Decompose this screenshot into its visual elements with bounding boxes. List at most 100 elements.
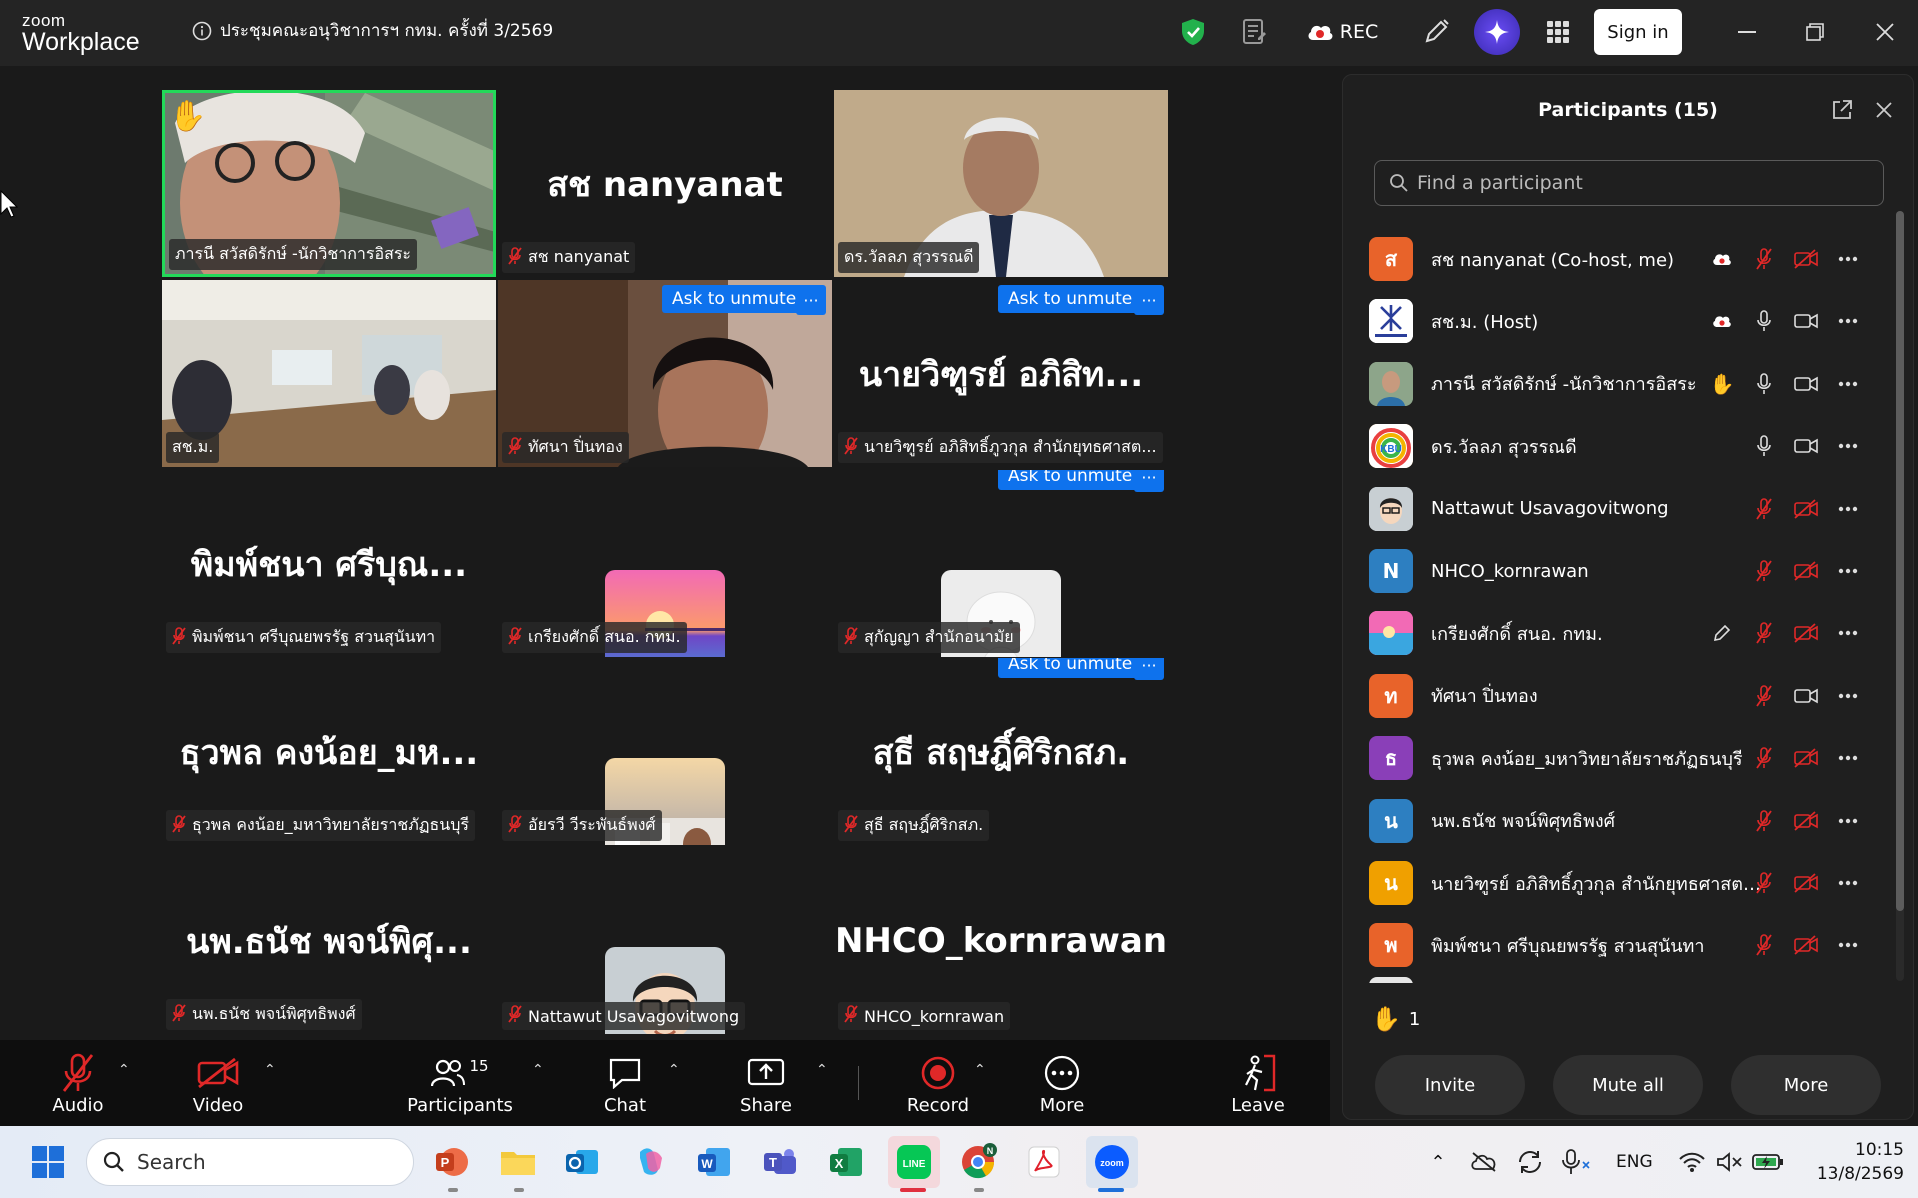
- participant-row[interactable]: เกรียงศักดิ์ สนอ. กทม.: [1369, 602, 1869, 664]
- word-icon[interactable]: W: [690, 1138, 738, 1186]
- invite-button[interactable]: Invite: [1375, 1055, 1525, 1115]
- ask-to-unmute-button[interactable]: Ask to unmute: [998, 470, 1143, 490]
- mic-muted-icon[interactable]: [1743, 478, 1785, 540]
- video-off-icon[interactable]: [1785, 727, 1827, 789]
- participant-more-icon[interactable]: [1827, 290, 1869, 352]
- participant-more-icon[interactable]: [1827, 540, 1869, 602]
- ask-to-unmute-button[interactable]: Ask to unmute: [998, 658, 1143, 678]
- video-button[interactable]: Video: [182, 1040, 254, 1126]
- leave-button[interactable]: Leave: [1226, 1040, 1290, 1126]
- participant-more-icon[interactable]: [1827, 914, 1869, 976]
- share-button[interactable]: Share: [730, 1040, 802, 1126]
- encryption-shield-icon[interactable]: [1176, 12, 1210, 52]
- mic-muted-icon[interactable]: [1743, 602, 1785, 664]
- annotate-pen-icon[interactable]: [1418, 12, 1454, 52]
- input-language[interactable]: ENG: [1616, 1152, 1653, 1172]
- video-off-icon[interactable]: [1785, 540, 1827, 602]
- video-on-icon[interactable]: [1785, 415, 1827, 477]
- video-off-icon[interactable]: [1785, 478, 1827, 540]
- participant-row[interactable]: N NHCO_kornrawan: [1369, 540, 1869, 602]
- audio-button[interactable]: Audio: [42, 1040, 114, 1126]
- mic-muted-icon[interactable]: [1743, 540, 1785, 602]
- share-caret-icon[interactable]: ⌃: [816, 1062, 828, 1078]
- video-tile-aiyarawee[interactable]: อัยรวี วีระพันธ์พงศ์: [498, 658, 832, 845]
- notes-icon[interactable]: [1236, 12, 1272, 52]
- participant-row[interactable]: Nattawut Usavagovitwong: [1369, 478, 1869, 540]
- tile-more-button[interactable]: ···: [1134, 285, 1164, 315]
- chrome-icon[interactable]: N: [954, 1138, 1002, 1186]
- participant-row[interactable]: ธ ธุวพล คงน้อย_มหาวิทยาลัยราชภัฏธนบุรี: [1369, 727, 1869, 789]
- mic-on-icon[interactable]: [1743, 290, 1785, 352]
- mic-muted-icon[interactable]: [1743, 665, 1785, 727]
- video-off-icon[interactable]: [1785, 852, 1827, 914]
- participant-more-icon[interactable]: [1827, 478, 1869, 540]
- sync-icon[interactable]: [1506, 1138, 1554, 1186]
- video-tile-nanyanat[interactable]: สช nanyanat สช nanyanat: [498, 90, 832, 277]
- video-tile-kriangsak[interactable]: เกรียงศักดิ์ สนอ. กทม.: [498, 470, 832, 657]
- video-tile-thanat[interactable]: นพ.ธนัช พจน์พิศุ... นพ.ธนัช พจน์พิศุทธิพ…: [162, 847, 496, 1034]
- video-on-icon[interactable]: [1785, 665, 1827, 727]
- participant-more-icon[interactable]: [1827, 852, 1869, 914]
- participant-row[interactable]: สสช nanyanat (Co-host, me): [1369, 228, 1869, 290]
- record-button[interactable]: Record: [900, 1040, 976, 1126]
- find-participant-input[interactable]: Find a participant: [1374, 160, 1884, 206]
- restore-icon[interactable]: [1798, 12, 1832, 52]
- file-explorer-icon[interactable]: [494, 1138, 542, 1186]
- sign-in-button[interactable]: Sign in: [1594, 9, 1682, 55]
- video-on-icon[interactable]: [1785, 290, 1827, 352]
- participants-button[interactable]: 15 Participants: [407, 1040, 513, 1126]
- participant-row[interactable]: น นายวิฑูรย์ อภิสิทธิ์ภูวกุล สำนักยุทธศาส…: [1369, 852, 1869, 914]
- participant-more-icon[interactable]: [1827, 353, 1869, 415]
- video-off-icon[interactable]: [1785, 228, 1827, 290]
- participants-scrollbar[interactable]: [1896, 211, 1904, 981]
- raised-hands-summary[interactable]: ✋ 1: [1371, 1005, 1420, 1033]
- video-off-icon[interactable]: [1785, 602, 1827, 664]
- video-off-icon[interactable]: [1785, 790, 1827, 852]
- video-tile-nattawut[interactable]: Nattawut Usavagovitwong: [498, 847, 832, 1034]
- mic-on-icon[interactable]: [1743, 353, 1785, 415]
- onedrive-offline-icon[interactable]: [1460, 1138, 1508, 1186]
- video-on-icon[interactable]: [1785, 353, 1827, 415]
- mic-muted-icon[interactable]: [1743, 790, 1785, 852]
- audio-options-caret-icon[interactable]: ⌃: [118, 1062, 130, 1078]
- chat-caret-icon[interactable]: ⌃: [668, 1062, 680, 1078]
- participant-row[interactable]: สช.ม. (Host): [1369, 290, 1869, 352]
- panel-more-button[interactable]: More: [1731, 1055, 1881, 1115]
- mic-in-use-icon[interactable]: [1552, 1138, 1600, 1186]
- participant-row[interactable]: พ พิมพ์ชนา ศรีบุณยพรรัฐ สวนสุนันทา: [1369, 914, 1869, 976]
- video-tile-thuwaphon[interactable]: ธุวพล คงน้อย_มห... ธุวพล คงน้อย_มหาวิทยา…: [162, 658, 496, 845]
- taskbar-search-box[interactable]: Search: [86, 1138, 414, 1186]
- windows-start-icon[interactable]: [24, 1138, 72, 1186]
- mic-muted-icon[interactable]: [1743, 727, 1785, 789]
- participant-more-icon[interactable]: [1827, 415, 1869, 477]
- participant-row[interactable]: ท ทัศนา ปิ่นทอง: [1369, 665, 1869, 727]
- show-hidden-icons-icon[interactable]: ⌃: [1414, 1138, 1462, 1186]
- chat-button[interactable]: Chat: [590, 1040, 660, 1126]
- tile-more-button[interactable]: ···: [1134, 470, 1164, 492]
- mute-all-button[interactable]: Mute all: [1553, 1055, 1703, 1115]
- line-app-icon[interactable]: LINE: [888, 1136, 940, 1188]
- participant-more-icon[interactable]: [1827, 665, 1869, 727]
- video-tile-wanlop[interactable]: ดร.วัลลภ สุวรรณดี: [834, 90, 1168, 277]
- outlook-icon[interactable]: [558, 1138, 606, 1186]
- participant-more-icon[interactable]: [1827, 602, 1869, 664]
- video-tile-kornrawan[interactable]: NHCO_kornrawan NHCO_kornrawan: [834, 847, 1168, 1034]
- participant-row[interactable]: ภารนี สวัสดิรักษ์ -นักวิชาการอิสระ ✋: [1369, 353, 1869, 415]
- video-tile-paranee[interactable]: ✋ ภารนี สวัสดิรักษ์ -นักวิชาการอิสระ: [162, 90, 496, 277]
- excel-icon[interactable]: X: [822, 1138, 870, 1186]
- participant-more-icon[interactable]: [1827, 727, 1869, 789]
- video-options-caret-icon[interactable]: ⌃: [264, 1062, 276, 1078]
- pop-out-icon[interactable]: [1831, 99, 1853, 125]
- participant-more-icon[interactable]: [1827, 228, 1869, 290]
- video-tile-pimchana[interactable]: พิมพ์ชนา ศรีบุณ... พิมพ์ชนา ศรีบุณยพรรัฐ…: [162, 470, 496, 657]
- close-window-icon[interactable]: [1868, 12, 1902, 52]
- ai-companion-icon[interactable]: [1474, 9, 1520, 55]
- participants-caret-icon[interactable]: ⌃: [532, 1062, 544, 1078]
- teams-icon[interactable]: T: [756, 1138, 804, 1186]
- taskbar-clock[interactable]: 10:15 13/8/2569: [1812, 1138, 1904, 1186]
- close-panel-icon[interactable]: [1875, 101, 1893, 123]
- video-tile-suthee[interactable]: สุธี สฤษฎิ์ศิริกสภ. Ask to unmute ··· สุ…: [834, 658, 1168, 845]
- battery-charging-icon[interactable]: [1744, 1138, 1792, 1186]
- video-tile-host-room[interactable]: สช.ม.: [162, 280, 496, 467]
- participant-row[interactable]: KBU ดร.วัลลภ สุวรรณดี: [1369, 415, 1869, 477]
